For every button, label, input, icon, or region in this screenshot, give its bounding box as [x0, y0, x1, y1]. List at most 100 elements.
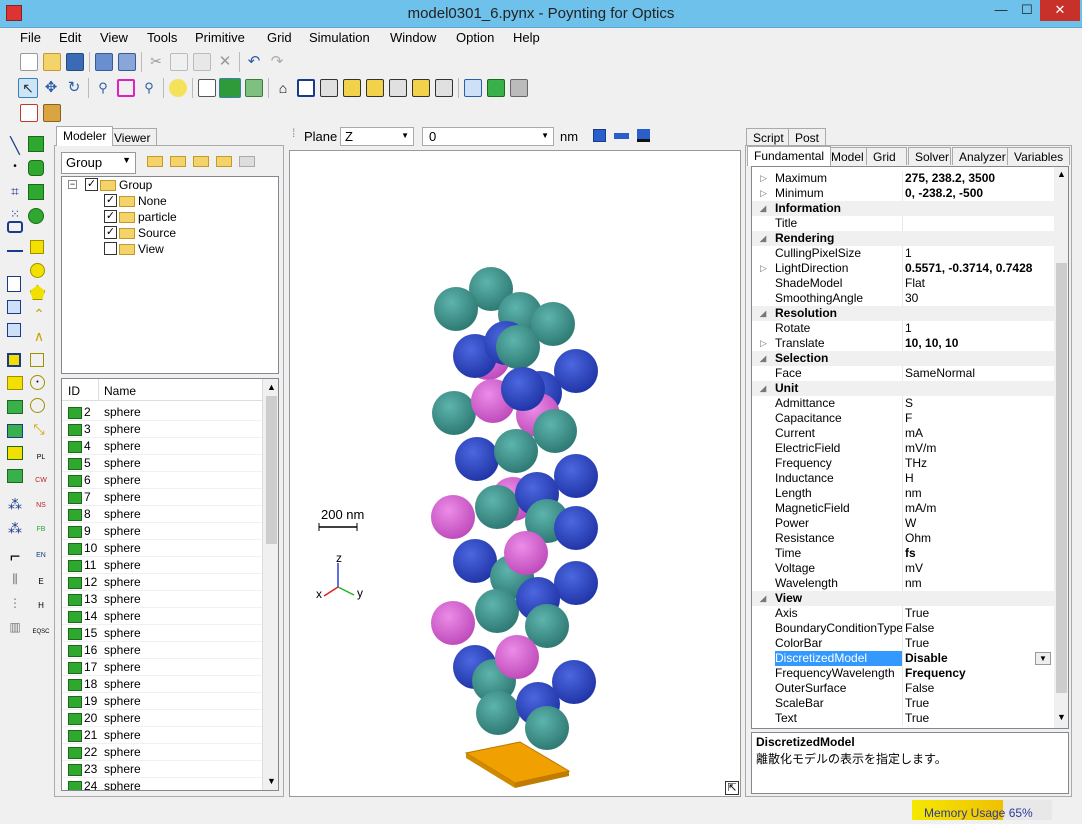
zoom-window-icon[interactable] — [117, 79, 135, 97]
pan-icon[interactable]: ✥ — [42, 79, 60, 97]
property-row[interactable]: SmoothingAngle 30 — [752, 291, 1054, 306]
property-value[interactable]: THz — [905, 456, 927, 471]
property-value[interactable]: True — [905, 711, 929, 726]
folder-remove-icon[interactable] — [193, 156, 209, 167]
folder-disabled-icon[interactable] — [239, 156, 255, 167]
property-value[interactable]: nm — [905, 486, 922, 501]
tab-solver[interactable]: Solver — [908, 147, 951, 165]
property-row[interactable]: ElectricField mV/m — [752, 441, 1054, 456]
property-value[interactable]: True — [905, 696, 929, 711]
list-item[interactable]: 10 sphere — [62, 540, 262, 557]
crop-icon[interactable]: ⌐ — [4, 546, 26, 568]
list-item[interactable]: 16 sphere — [62, 642, 262, 659]
plane-up-icon[interactable] — [593, 129, 606, 142]
delete-icon[interactable]: ✕ — [216, 53, 234, 71]
pentagon-icon[interactable] — [30, 285, 45, 300]
fit-all-icon[interactable] — [297, 79, 315, 97]
scene-canvas[interactable] — [290, 151, 740, 796]
sphere-teal[interactable] — [434, 287, 478, 331]
list-item[interactable]: 4 sphere — [62, 438, 262, 455]
ground-icon[interactable] — [7, 400, 23, 414]
save-icon[interactable] — [66, 53, 84, 71]
list-item[interactable]: 17 sphere — [62, 659, 262, 676]
point-icon[interactable]: • — [4, 161, 26, 183]
sphere-pink[interactable] — [431, 495, 475, 539]
boolean-icon[interactable] — [7, 424, 23, 438]
redo-icon[interactable]: ↷ — [268, 53, 286, 71]
property-value[interactable]: nm — [905, 576, 922, 591]
list-item[interactable]: 22 sphere — [62, 744, 262, 761]
sphere-teal[interactable] — [475, 589, 519, 633]
property-row[interactable]: ▷ Minimum 0, -238.2, -500 — [752, 186, 1054, 201]
rotate-icon[interactable]: ↻ — [65, 79, 83, 97]
property-scrollbar[interactable]: ▲ ▼ — [1054, 167, 1068, 728]
expand-triangle-icon[interactable]: ▷ — [760, 186, 767, 201]
property-row[interactable]: Time fs — [752, 546, 1054, 561]
view-front-icon[interactable] — [320, 79, 338, 97]
source-checkbox[interactable]: ✓ — [104, 226, 117, 239]
col-name-header[interactable]: Name — [104, 384, 136, 398]
property-value[interactable]: mV — [905, 561, 923, 576]
property-row[interactable]: Capacitance F — [752, 411, 1054, 426]
select-pointer-icon[interactable]: ↖ — [18, 78, 38, 98]
pattern-icon[interactable]: ⁂ — [4, 520, 26, 542]
property-category[interactable]: ◢ View — [752, 591, 1054, 606]
menu-view[interactable]: View — [98, 30, 130, 45]
tree-item-view[interactable]: View — [138, 241, 164, 257]
property-row[interactable]: Inductance H — [752, 471, 1054, 486]
ns-source-icon[interactable]: NS — [32, 494, 50, 516]
sphere-blue[interactable] — [554, 561, 598, 605]
tab-fundamental[interactable]: Fundamental — [747, 146, 832, 166]
group-select[interactable]: Group ▼ — [61, 152, 136, 174]
scroll-up-icon[interactable]: ▲ — [1054, 169, 1068, 183]
property-row[interactable]: Current mA — [752, 426, 1054, 441]
tab-variables[interactable]: Variables — [1007, 147, 1071, 165]
property-row[interactable]: Resistance Ohm — [752, 531, 1054, 546]
extrude-icon[interactable] — [7, 300, 21, 314]
view-back-icon[interactable] — [343, 79, 361, 97]
viewport-3d[interactable]: 200 nm z y x ⇱ — [289, 150, 741, 797]
menu-help[interactable]: Help — [511, 30, 542, 45]
menu-tools[interactable]: Tools — [145, 30, 179, 45]
scroll-down-icon[interactable]: ▼ — [1054, 712, 1068, 726]
expand-triangle-icon[interactable]: ▷ — [760, 171, 767, 186]
plane-down-icon[interactable] — [637, 129, 650, 142]
surface-icon[interactable] — [7, 376, 23, 390]
property-category[interactable]: ◢ Information — [752, 201, 1054, 216]
col-id-header[interactable]: ID — [68, 384, 80, 398]
home-view-icon[interactable]: ⌂ — [274, 79, 292, 97]
tab-modeler[interactable]: Modeler — [56, 126, 114, 146]
dropdown-button-icon[interactable]: ▼ — [1035, 652, 1051, 665]
collapse-triangle-icon[interactable]: ◢ — [760, 201, 766, 216]
list-item[interactable]: 20 sphere — [62, 710, 262, 727]
menu-option[interactable]: Option — [454, 30, 496, 45]
zoom-fit-icon[interactable]: ⚲ — [140, 79, 158, 97]
group-checkbox[interactable]: ✓ — [85, 178, 98, 191]
property-row[interactable]: Wavelength nm — [752, 576, 1054, 591]
collapse-triangle-icon[interactable]: ◢ — [760, 231, 766, 246]
property-row[interactable]: Power W — [752, 516, 1054, 531]
square-outline-icon[interactable] — [30, 353, 44, 367]
property-value[interactable]: 1 — [905, 246, 912, 261]
property-row[interactable]: Face SameNormal — [752, 366, 1054, 381]
sphere-blue[interactable] — [554, 506, 598, 550]
arc-circle-icon[interactable] — [30, 398, 45, 413]
property-value[interactable]: 0, -238.2, -500 — [905, 186, 983, 201]
sphere-pink[interactable] — [495, 635, 539, 679]
planewave-icon[interactable]: PL — [32, 446, 50, 468]
new-folder-icon[interactable] — [147, 156, 163, 167]
property-value[interactable]: S — [905, 396, 913, 411]
plane-value-select[interactable]: 0 ▼ — [422, 127, 554, 146]
property-row[interactable]: Title — [752, 216, 1054, 231]
material-icon[interactable] — [7, 446, 23, 460]
property-value[interactable]: Frequency — [905, 666, 966, 681]
property-value[interactable]: 275, 238.2, 3500 — [905, 171, 995, 186]
view-checkbox[interactable] — [104, 242, 117, 255]
tab-analyzer[interactable]: Analyzer — [952, 147, 1013, 165]
collapse-triangle-icon[interactable]: ◢ — [760, 591, 766, 606]
property-value[interactable]: mV/m — [905, 441, 936, 456]
tab-post[interactable]: Post — [788, 128, 827, 146]
view-bottom-icon[interactable] — [435, 79, 453, 97]
cut-icon[interactable]: ✂ — [147, 53, 165, 71]
tree-root-label[interactable]: Group — [119, 177, 152, 193]
